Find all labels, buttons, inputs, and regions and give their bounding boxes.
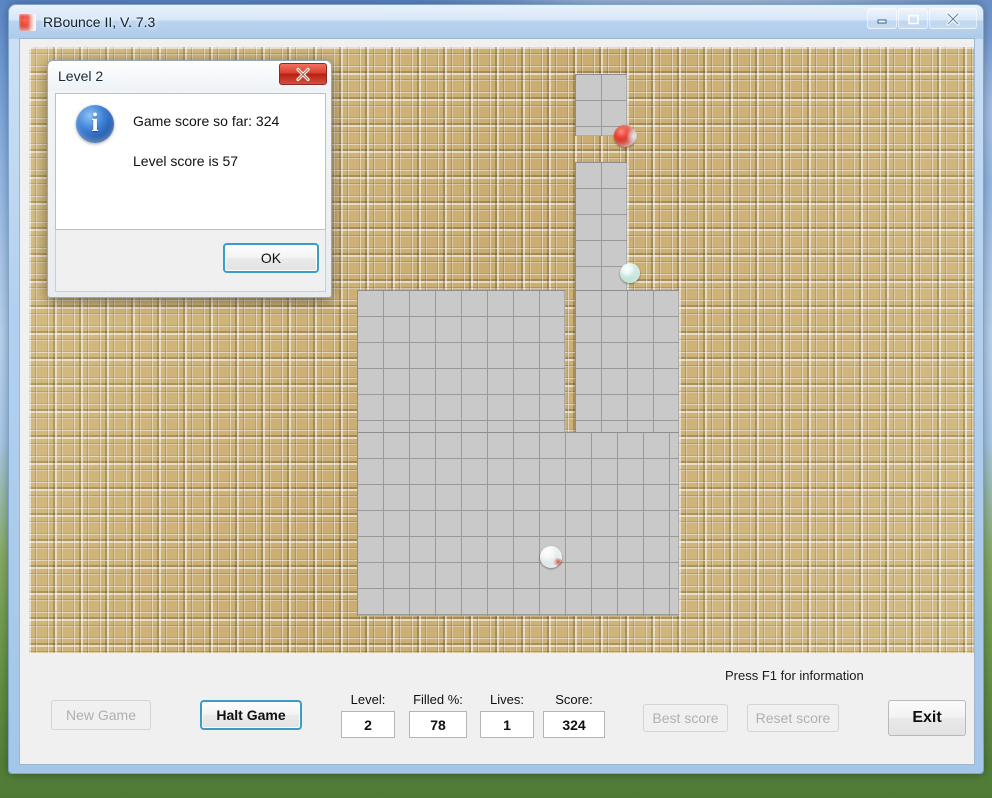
cleared-region-mid-shaft: [575, 162, 627, 306]
dialog-titlebar[interactable]: Level 2: [48, 61, 331, 91]
new-game-button[interactable]: New Game: [51, 700, 151, 730]
field-level-label: Level:: [350, 692, 386, 707]
help-hint-text: Press F1 for information: [725, 668, 864, 683]
window-client-area: Press F1 for information New Game Halt G…: [19, 38, 975, 765]
halt-game-button[interactable]: Halt Game: [200, 700, 302, 730]
close-icon[interactable]: [929, 8, 977, 29]
ball-white: [540, 546, 562, 568]
field-lives-label: Lives:: [490, 692, 524, 707]
maximize-icon[interactable]: [898, 8, 928, 29]
level-score-dialog: Level 2 i Game score so far: 324 Level s…: [47, 60, 332, 298]
field-filled-percent-value: 78: [409, 711, 467, 738]
dialog-title: Level 2: [58, 68, 104, 84]
info-icon-glyph: i: [91, 108, 99, 137]
dialog-message-line-1: Game score so far: 324: [133, 113, 280, 129]
window-controls: [867, 8, 977, 29]
window-title: RBounce II, V. 7.3: [43, 14, 156, 30]
field-level: Level: 2: [341, 692, 395, 738]
desktop-background: RBounce II, V. 7.3 Press F1 for informat…: [0, 0, 992, 798]
dialog-ok-button[interactable]: OK: [223, 243, 319, 273]
field-lives: Lives: 1: [480, 692, 534, 738]
field-lives-value: 1: [480, 711, 534, 738]
field-filled-percent: Filled %: 78: [409, 692, 467, 738]
exit-button[interactable]: Exit: [888, 700, 966, 736]
rbounce-ball-icon: [19, 13, 36, 31]
dialog-message-line-2: Level score is 57: [133, 153, 239, 169]
field-score: Score: 324: [543, 692, 605, 738]
ball-green: [620, 263, 640, 283]
minimize-icon[interactable]: [867, 8, 897, 29]
field-level-value: 2: [341, 711, 395, 738]
best-score-button[interactable]: Best score: [643, 704, 728, 732]
field-score-value: 324: [543, 711, 605, 738]
reset-score-button[interactable]: Reset score: [747, 704, 839, 732]
application-window: RBounce II, V. 7.3 Press F1 for informat…: [8, 4, 984, 774]
info-icon: i: [76, 105, 114, 143]
window-titlebar[interactable]: RBounce II, V. 7.3: [9, 5, 983, 39]
field-filled-percent-label: Filled %:: [413, 692, 463, 707]
bottom-toolbar: Press F1 for information New Game Halt G…: [20, 658, 974, 764]
cleared-region-lower-join: [357, 432, 679, 616]
ball-red: [614, 125, 638, 147]
dialog-close-icon[interactable]: [279, 63, 327, 85]
field-score-label: Score:: [555, 692, 593, 707]
